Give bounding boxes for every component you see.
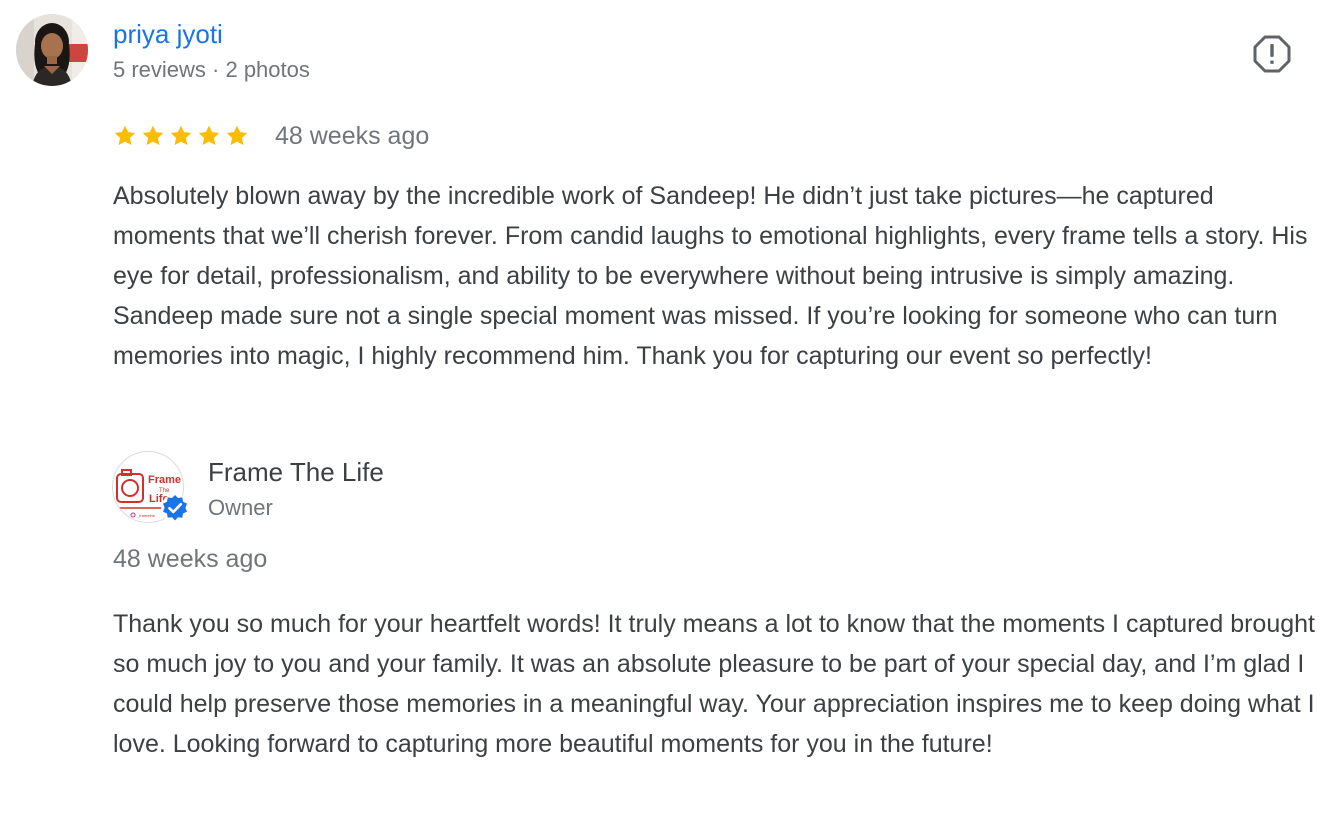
- review-text: Absolutely blown away by the incredible …: [113, 182, 1308, 370]
- logo-word-frame: Frame: [148, 474, 181, 486]
- verified-badge-icon: [161, 494, 189, 522]
- star-icon: [198, 125, 220, 145]
- reviewer-name[interactable]: priya jyoti: [113, 17, 223, 51]
- owner-avatar[interactable]: Frame The Life _framethe: [112, 451, 189, 523]
- review-card: priya jyoti 5 reviews · 2 photos 48 week…: [0, 0, 1336, 832]
- profile-photo: [16, 14, 88, 86]
- star-icon: [142, 125, 164, 145]
- star-icon: [226, 125, 248, 145]
- reviewer-meta: 5 reviews · 2 photos: [113, 57, 310, 82]
- rating-row: 48 weeks ago: [113, 118, 429, 154]
- owner-name: Frame The Life: [208, 457, 384, 487]
- review-date: 48 weeks ago: [275, 121, 430, 150]
- reply-text: Thank you so much for your heartfelt wor…: [113, 610, 1315, 758]
- report-review-button[interactable]: [1250, 32, 1294, 76]
- star-icon: [170, 125, 192, 145]
- reply-date: 48 weeks ago: [113, 545, 268, 573]
- reviewer-avatar[interactable]: [16, 14, 88, 86]
- owner-role-label: Owner: [208, 495, 273, 520]
- star-icon: [114, 125, 136, 145]
- logo-handle: _framethe: [136, 513, 156, 518]
- star-rating: [113, 124, 249, 148]
- flag-report-icon: [1253, 35, 1291, 73]
